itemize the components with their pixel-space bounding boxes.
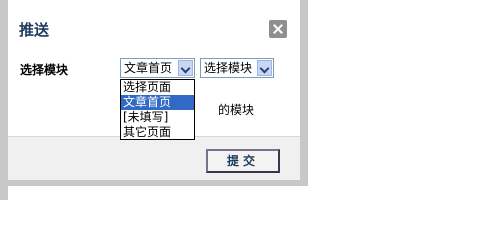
chevron-down-icon[interactable] (178, 60, 193, 76)
dropdown-option-selected[interactable]: 文章首页 (121, 95, 194, 110)
submit-button[interactable]: 提交 (206, 149, 280, 173)
dialog-title-bar: 推送 (8, 6, 300, 50)
backdrop-bottom (0, 180, 308, 186)
backdrop-left (0, 0, 8, 200)
close-icon[interactable] (269, 20, 287, 38)
backdrop-right (300, 0, 308, 186)
module-label: 选择模块 (20, 63, 69, 77)
dropdown-option[interactable]: [未填写] (121, 110, 194, 125)
page-select-value: 文章首页 (124, 61, 173, 75)
hint-text: 的模块 (218, 103, 255, 117)
dropdown-option[interactable]: 选择页面 (121, 80, 194, 95)
chevron-down-icon[interactable] (257, 60, 272, 76)
page-select-dropdown: 选择页面 文章首页 [未填写] 其它页面 (120, 79, 195, 140)
module-select-value: 选择模块 (204, 61, 253, 75)
dialog-title: 推送 (19, 21, 50, 39)
page-select[interactable]: 文章首页 (120, 58, 195, 78)
module-select[interactable]: 选择模块 (200, 58, 274, 78)
dialog-footer: 提交 (8, 136, 300, 180)
dropdown-option[interactable]: 其它页面 (121, 125, 194, 140)
